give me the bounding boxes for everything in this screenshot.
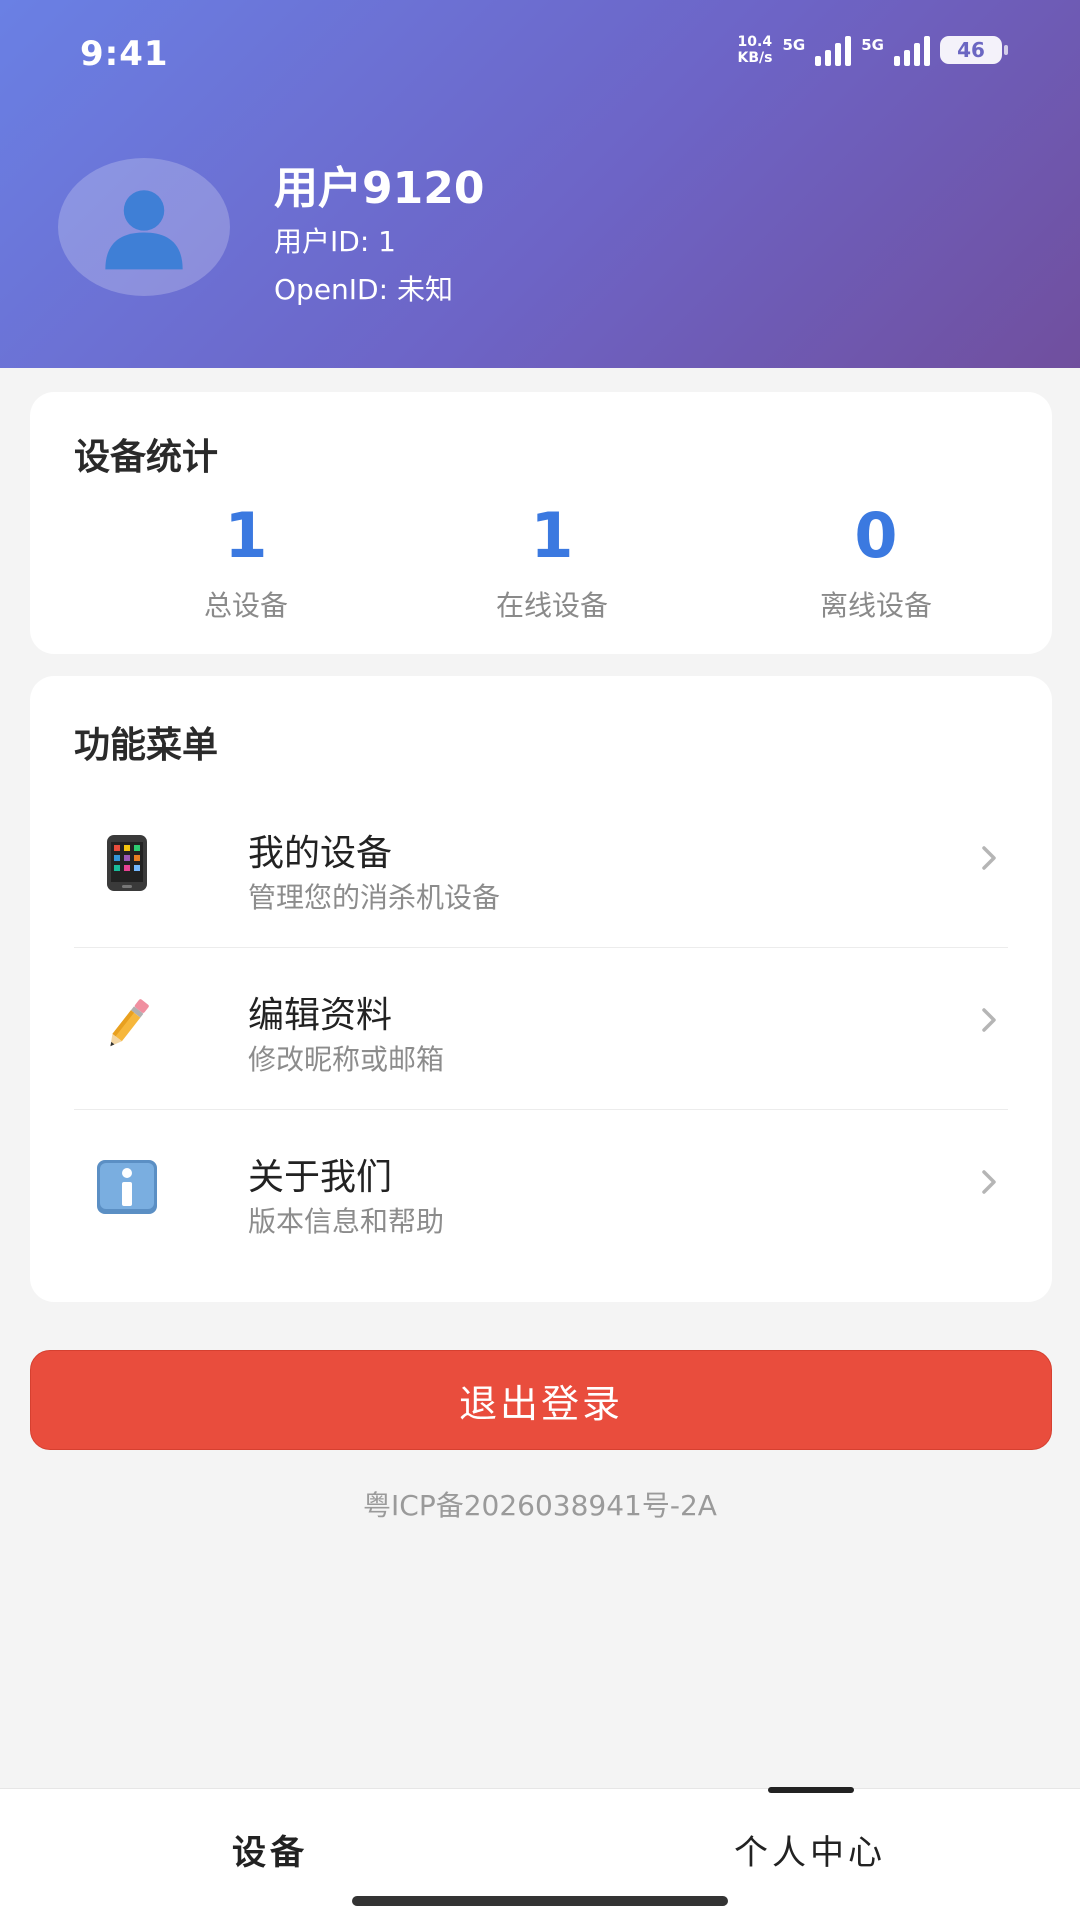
tab-personal-center[interactable]: 个人中心 xyxy=(540,1825,1080,1874)
network-speed-unit: KB/s xyxy=(737,50,773,66)
battery-level: 46 xyxy=(957,38,985,62)
chevron-right-icon xyxy=(982,1170,996,1194)
tab-label: 个人中心 xyxy=(734,1833,886,1873)
sim2-network-label: 5G xyxy=(861,36,884,54)
signal-strength-icon-2 xyxy=(894,34,930,66)
status-time: 9:41 xyxy=(80,34,169,74)
icp-record-link[interactable]: 粤ICP备2026038941号-2A xyxy=(0,1484,1080,1524)
stat-value: 1 xyxy=(224,499,268,572)
stat-label: 在线设备 xyxy=(495,589,608,622)
mobile-phone-icon xyxy=(92,828,162,898)
chevron-right-icon xyxy=(982,846,996,870)
info-icon xyxy=(92,1152,162,1222)
avatar[interactable] xyxy=(58,158,230,296)
stats-title: 设备统计 xyxy=(74,437,219,478)
user-name: 用户9120 xyxy=(274,163,485,214)
network-speed-value: 10.4 xyxy=(737,34,773,50)
menu-item-about-us[interactable]: 关于我们 版本信息和帮助 xyxy=(74,1110,1008,1272)
menu-item-my-devices[interactable]: 我的设备 管理您的消杀机设备 xyxy=(74,786,1008,948)
stat-label: 总设备 xyxy=(203,589,288,622)
menu-item-description: 管理您的消杀机设备 xyxy=(248,881,501,914)
stat-total-devices: 1 总设备 xyxy=(96,500,396,624)
active-tab-indicator xyxy=(768,1787,854,1793)
stat-value: 0 xyxy=(854,499,898,572)
tab-label: 设备 xyxy=(232,1833,308,1873)
sim1-network-label: 5G xyxy=(782,36,806,54)
menu-item-description: 修改昵称或邮箱 xyxy=(248,1043,445,1076)
open-id: OpenID: 未知 xyxy=(274,273,453,306)
user-silhouette-icon xyxy=(105,190,183,270)
pencil-icon xyxy=(92,990,162,1060)
menu-item-edit-profile[interactable]: 编辑资料 修改昵称或邮箱 xyxy=(74,948,1008,1110)
stat-value: 1 xyxy=(530,499,574,572)
stat-online-devices: 1 在线设备 xyxy=(402,500,702,624)
status-bar: 9:41 10.4 KB/s 5G 5G 46 xyxy=(0,0,1080,110)
function-menu-card: 功能菜单 我的设备 管理您的消杀机设备 编辑资料 修改昵称或邮箱 关于我们 版本… xyxy=(30,676,1052,1302)
tab-devices[interactable]: 设备 xyxy=(0,1825,540,1874)
signal-strength-icon xyxy=(815,34,852,66)
menu-item-label: 关于我们 xyxy=(248,1157,393,1198)
menu-item-label: 我的设备 xyxy=(248,833,393,874)
menu-item-label: 编辑资料 xyxy=(248,995,393,1036)
logout-button[interactable]: 退出登录 xyxy=(30,1350,1052,1450)
battery-icon: 46 xyxy=(940,36,1008,64)
network-speed: 10.4 KB/s xyxy=(738,34,773,66)
user-id: 用户ID: 1 xyxy=(274,225,396,258)
chevron-right-icon xyxy=(982,1008,996,1032)
profile-header: 9:41 10.4 KB/s 5G 5G 46 用户9120 用户ID: 1 O xyxy=(0,0,1080,368)
menu-title: 功能菜单 xyxy=(74,725,219,766)
device-stats-card: 设备统计 1 总设备 1 在线设备 0 离线设备 xyxy=(30,392,1052,654)
stat-label: 离线设备 xyxy=(819,589,932,622)
status-indicators: 10.4 KB/s 5G 5G 46 xyxy=(738,34,1008,66)
home-indicator[interactable] xyxy=(352,1896,728,1906)
menu-item-description: 版本信息和帮助 xyxy=(248,1205,445,1238)
stat-offline-devices: 0 离线设备 xyxy=(726,500,1026,624)
